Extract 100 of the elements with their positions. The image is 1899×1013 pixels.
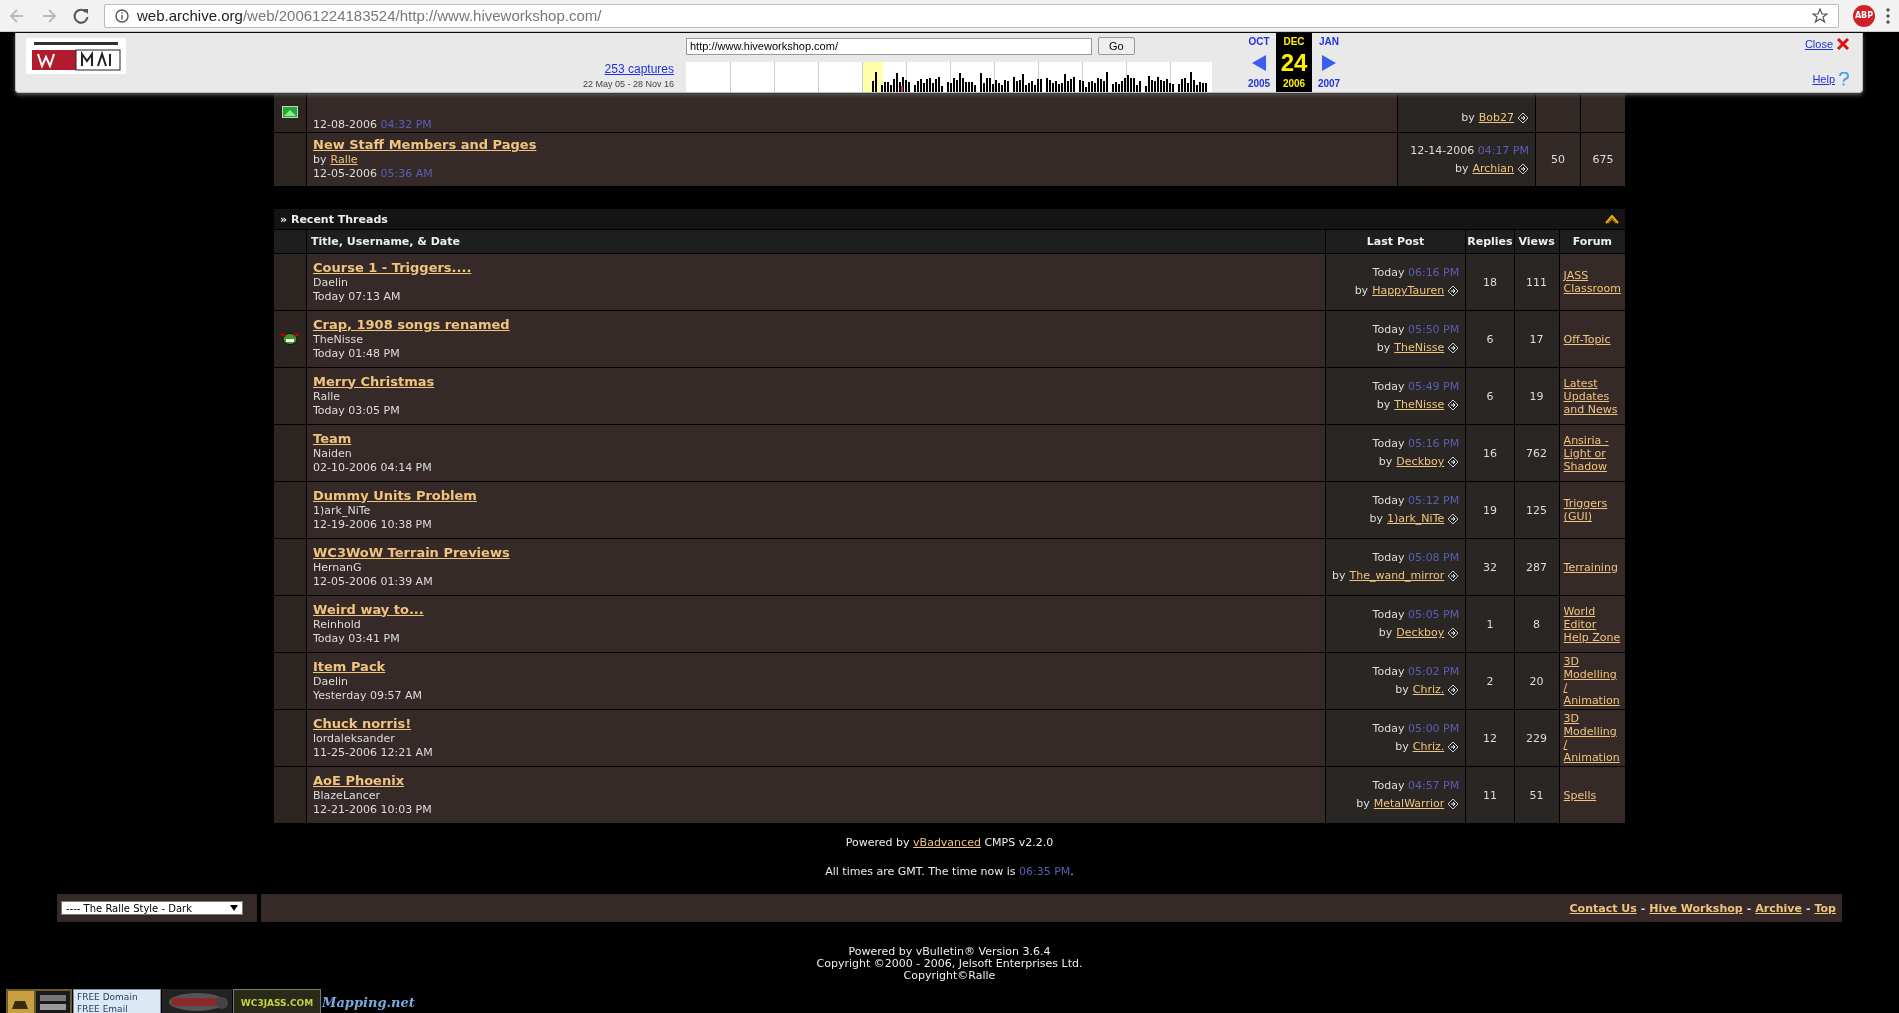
last-post-date: Today 05:49 PM — [1371, 379, 1460, 395]
url-input[interactable]: http://www.hiveworkshop.com/ — [686, 37, 1092, 55]
address-bar[interactable]: web.archive.org/web/20061224183524/http://www.hiveworkshop.com/ — [104, 3, 1839, 28]
forum-link[interactable]: Off-Topic — [1563, 332, 1621, 346]
go-to-last-post-icon — [1447, 399, 1460, 411]
by-label: by — [1461, 110, 1475, 126]
thread-title-link[interactable]: Merry Christmas — [313, 373, 435, 389]
captures-link[interactable]: 253 captures — [604, 62, 674, 76]
username-link[interactable]: Deckboy — [1396, 624, 1445, 642]
username-link[interactable]: Bob27 — [1478, 109, 1514, 127]
go-to-last-post-icon — [1517, 162, 1529, 175]
column-header: Title, Username, & Date — [306, 229, 1326, 254]
forum-status-icon — [282, 105, 298, 118]
thread-author: Reinhold — [313, 617, 362, 632]
thread-title-link[interactable]: WC3WoW Terrain Previews — [313, 544, 510, 560]
collapse-icon[interactable] — [1605, 214, 1619, 224]
username-link[interactable]: The_wand_mirror — [1349, 567, 1445, 585]
forum-link[interactable]: Triggers (GUI) — [1563, 497, 1621, 523]
thread-title-link[interactable]: Team — [313, 430, 352, 446]
go-button[interactable]: Go — [1098, 37, 1135, 55]
go-to-last-post-icon — [1447, 285, 1460, 297]
last-post-date: Today 05:50 PM — [1371, 322, 1460, 338]
go-to-last-post-icon — [1447, 342, 1460, 354]
menu-icon[interactable] — [1885, 6, 1891, 25]
banner-ad[interactable]: FREE Domain FREE Email — [73, 989, 161, 1013]
by-label: by — [1376, 397, 1391, 413]
close-link[interactable]: Close — [1804, 38, 1833, 50]
thread-start-date: 12-19-2006 10:38 PM — [313, 517, 433, 532]
forum-link[interactable]: Spells — [1563, 788, 1621, 802]
year-link[interactable]: 2007 — [1317, 78, 1341, 89]
previous-arrow-icon[interactable] — [1252, 54, 1266, 71]
username-link[interactable]: TheNisse — [1394, 396, 1445, 414]
section-title: » Recent Threads — [280, 212, 388, 226]
thread-title-link[interactable]: Crap, 1908 songs renamed — [313, 316, 510, 332]
thread-start-date: Today 01:48 PM — [313, 346, 401, 361]
star-icon[interactable] — [1812, 7, 1828, 24]
thread-title-link[interactable]: Dummy Units Problem — [313, 487, 477, 503]
go-to-last-post-icon — [1447, 570, 1460, 582]
thread-title-link[interactable]: New Staff Members and Pages — [313, 137, 537, 152]
forum-link[interactable]: Latest Updates and News — [1563, 376, 1621, 416]
forum-link[interactable]: Terraining — [1563, 560, 1621, 574]
footer-link[interactable]: Archive — [1755, 901, 1802, 915]
footer-link[interactable]: Top — [1814, 901, 1836, 915]
forum-link[interactable]: World Editor Help Zone — [1563, 604, 1621, 644]
separator: - — [1746, 901, 1752, 915]
next-arrow-icon[interactable] — [1322, 54, 1336, 71]
thread-start-date: 02-10-2006 04:14 PM — [313, 460, 433, 475]
time-note: All times are GMT. The time now is 06:35 PM. — [825, 865, 1074, 878]
username-link[interactable]: Deckboy — [1396, 453, 1445, 471]
forum-link[interactable]: Ansiria - Light or Shadow — [1563, 433, 1621, 473]
username-link[interactable]: 1)ark_NiTe — [1386, 510, 1445, 528]
current-month: DEC — [1283, 36, 1305, 47]
by-label: by — [1395, 682, 1409, 698]
username-link[interactable]: Ralle — [330, 153, 358, 166]
thread-author: HernanG — [313, 560, 363, 575]
month-link[interactable]: JAN — [1319, 36, 1339, 47]
help-link[interactable]: Help — [1812, 73, 1835, 85]
last-post-date: Today 05:05 PM — [1371, 607, 1460, 623]
username-link[interactable]: Archian — [1472, 159, 1514, 178]
dropdown-arrow-icon — [230, 905, 238, 911]
thread-title-link[interactable]: Chuck norris! — [313, 715, 412, 731]
vbadvanced-link[interactable]: vBadvanced — [913, 836, 981, 849]
copyright-text: Copyright©Ralle — [902, 970, 997, 982]
copyright-text: Copyright ©2000 - 2006, Jelsoft Enterprises Ltd. — [816, 958, 1083, 970]
footer-link[interactable]: Hive Workshop — [1649, 901, 1743, 915]
username-link[interactable]: MetalWarrior — [1373, 795, 1445, 813]
month-link[interactable]: OCT — [1248, 36, 1270, 47]
table-cell: 6 — [1465, 310, 1515, 368]
thread-start-date: 11-25-2006 12:21 AM — [313, 745, 434, 760]
thread-title-link[interactable]: Item Pack — [313, 658, 386, 674]
thread-start-date: Today 03:05 PM — [313, 403, 401, 418]
help-icon — [1838, 72, 1850, 86]
by-label: by — [1376, 340, 1391, 356]
separator: - — [1640, 901, 1646, 915]
style-dropdown[interactable]: ---- The Ralle Style - Dark — [61, 901, 243, 915]
username-link[interactable]: Chriz. — [1412, 681, 1445, 699]
go-to-last-post-icon — [1447, 741, 1460, 753]
forum-link[interactable]: JASS Classroom — [1563, 269, 1621, 295]
by-label: by — [313, 153, 327, 166]
banner-ad[interactable]: WC3JASS.COM — [233, 989, 321, 1013]
forum-link[interactable]: 3D Modelling / Animation — [1563, 655, 1621, 707]
banner-text: FREE Domain — [77, 991, 139, 1003]
forum-link[interactable]: 3D Modelling / Animation — [1563, 712, 1621, 764]
username-link[interactable]: TheNisse — [1394, 339, 1445, 357]
go-to-last-post-icon — [1517, 112, 1529, 124]
username-link[interactable]: Chriz. — [1412, 738, 1445, 756]
footer-link[interactable]: Contact Us — [1569, 901, 1637, 915]
thread-title-link[interactable]: Course 1 - Triggers.... — [313, 259, 472, 275]
thread-start-date: 12-21-2006 10:03 PM — [313, 802, 433, 817]
table-cell: 8 — [1514, 595, 1560, 653]
username-link[interactable]: HappyTauren — [1372, 282, 1445, 300]
thread-author: TheNisse — [313, 332, 364, 347]
go-to-last-post-icon — [1447, 456, 1460, 468]
banner-ad[interactable]: Mapping.net — [322, 989, 422, 1013]
reload-icon[interactable] — [72, 6, 90, 25]
thread-title-link[interactable]: AoE Phoenix — [313, 772, 405, 788]
adblock-button[interactable]: ABP — [1853, 4, 1875, 27]
year-link[interactable]: 2005 — [1247, 78, 1271, 89]
thread-title-link[interactable]: Weird way to... — [313, 601, 424, 617]
table-cell: 6 — [1465, 367, 1515, 425]
